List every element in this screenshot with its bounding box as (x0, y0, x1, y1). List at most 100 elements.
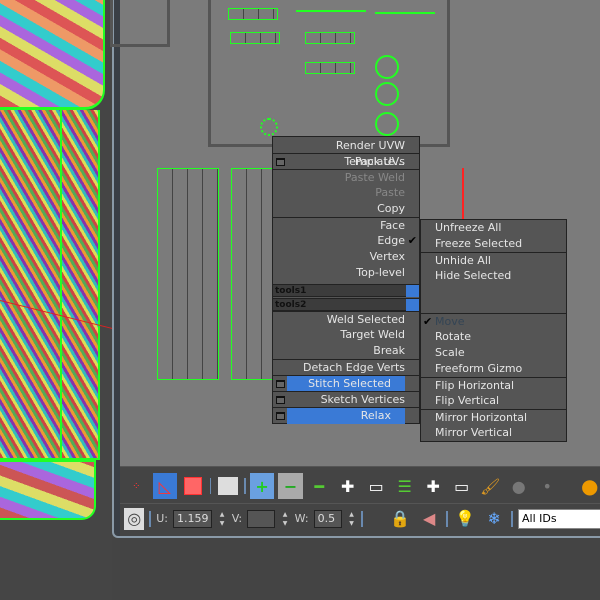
menu-item-unfreeze-all[interactable]: Unfreeze All (421, 220, 566, 236)
quad-selector-tl[interactable] (406, 285, 419, 297)
menu-item-edge[interactable]: Edge ✔ (273, 233, 419, 249)
menu-item-mirror-vertical[interactable]: Mirror Vertical (421, 425, 566, 441)
uv-island (305, 32, 355, 44)
menu-item-weld-selected[interactable]: Weld Selected (273, 311, 419, 327)
uv-island (230, 32, 280, 44)
edge-mode-icon[interactable]: ◺ (152, 473, 178, 499)
menu-label: Pack UVs (354, 155, 405, 168)
quad-selector-bl[interactable] (406, 299, 419, 311)
separator (511, 510, 514, 527)
material-id-dropdown[interactable]: All IDs (518, 508, 600, 529)
menu-item-hide-selected[interactable]: Hide Selected (421, 268, 566, 284)
grow-selection-icon[interactable]: + (249, 473, 275, 499)
w-input[interactable]: 0.5 (313, 509, 342, 528)
menu-item-target-weld[interactable]: Target Weld (273, 327, 419, 343)
menu-item-flip-horizontal[interactable]: Flip Horizontal (421, 377, 566, 393)
shrink-selection-icon[interactable]: − (278, 473, 303, 499)
options-box-icon[interactable] (276, 412, 285, 420)
object-cap (0, 0, 105, 110)
menu-item-sketch-vertices[interactable]: Sketch Vertices (273, 391, 419, 407)
uv-island (375, 12, 435, 14)
menu-item-break[interactable]: Break (273, 343, 419, 359)
v-spinner[interactable]: ▲ ▼ (280, 510, 289, 528)
uv-island (296, 10, 366, 12)
transform-gizmo-icon[interactable]: ◎ (124, 507, 145, 530)
uv-island (228, 8, 278, 20)
uv-toolbar: ⁘ ◺ + − ━ ✚ ▭ ☰ ✚ ▭ 🖌 ● • ● ◎ U: 1.159 ▲… (120, 466, 600, 536)
ring-icon[interactable]: ☰ (392, 473, 417, 499)
w-label: W: (294, 512, 309, 525)
menu-item-top-level[interactable]: Top-level (273, 265, 419, 281)
paint-select-icon[interactable]: 🖌 (478, 473, 503, 499)
quad-title-spacer (421, 284, 566, 313)
soft-select-icon[interactable]: ● (578, 473, 600, 499)
menu-item-copy[interactable]: Copy (273, 201, 419, 217)
3d-viewport[interactable] (0, 0, 127, 600)
menu-item-paste-weld[interactable]: Paste Weld (273, 169, 419, 185)
element-mode-icon[interactable] (215, 473, 240, 499)
menu-item-paste[interactable]: Paste (273, 185, 419, 201)
hide-icon[interactable]: 💡 (453, 506, 477, 532)
menu-item-scale[interactable]: Scale (421, 345, 566, 361)
menu-item-vertex[interactable]: Vertex (273, 249, 419, 265)
menu-item-unhide-all[interactable]: Unhide All (421, 252, 566, 268)
menu-item-rotate[interactable]: Rotate (421, 329, 566, 345)
menu-item-stitch-selected[interactable]: Stitch Selected (273, 375, 419, 392)
menu-item-pack-uvs[interactable]: Pack UVs (273, 153, 419, 169)
quad-title-tools2[interactable]: tools2 (272, 298, 420, 311)
freeze-icon[interactable]: ❄ (482, 506, 506, 532)
separator (209, 478, 212, 494)
menu-item-flip-vertical[interactable]: Flip Vertical (421, 393, 566, 409)
checkmark-icon: ✔ (423, 315, 433, 328)
brush-grow-icon[interactable]: ● (506, 473, 531, 499)
ring-shrink-icon[interactable]: ▭ (449, 473, 474, 499)
separator (149, 510, 152, 527)
separator (446, 510, 449, 527)
object-base (0, 460, 96, 520)
separator (243, 478, 246, 494)
menu-item-freeform-gizmo[interactable]: Freeform Gizmo (421, 361, 566, 377)
menu-item-move[interactable]: ✔ Move (421, 313, 566, 329)
uv-island (157, 168, 219, 380)
ring-grow-icon[interactable]: ✚ (421, 473, 446, 499)
uv-island (375, 55, 399, 79)
uv-seam (60, 110, 62, 460)
menu-label: Relax (360, 409, 391, 422)
loop-icon[interactable]: ━ (307, 473, 332, 499)
options-box-icon[interactable] (276, 158, 285, 166)
loop-grow-icon[interactable]: ✚ (335, 473, 360, 499)
v-label: V: (231, 512, 243, 525)
quad-title-tools1[interactable]: tools1 (272, 284, 420, 297)
uv-island (375, 82, 399, 106)
uv-island (305, 62, 355, 74)
uv-tile (110, 0, 170, 47)
paint-icon[interactable]: ◀ (417, 506, 441, 532)
menu-item-render-uvw-template[interactable]: Render UVW Template... (273, 137, 419, 168)
menu-item-relax[interactable]: Relax (273, 407, 419, 424)
menu-item-face[interactable]: Face (273, 217, 419, 233)
menu-item-detach-edge-verts[interactable]: Detach Edge Verts (273, 359, 419, 375)
options-box-icon[interactable] (276, 396, 285, 404)
checkmark-icon: ✔ (407, 234, 417, 247)
u-label: U: (156, 512, 168, 525)
quad-menu-right: Unfreeze All Freeze Selected Unhide All … (420, 219, 567, 442)
face-mode-icon[interactable] (181, 473, 206, 499)
separator (361, 510, 364, 527)
u-spinner[interactable]: ▲ ▼ (217, 510, 226, 528)
u-input[interactable]: 1.159 (172, 509, 213, 528)
menu-label: Edge (377, 234, 405, 247)
menu-item-freeze-selected[interactable]: Freeze Selected (421, 236, 566, 252)
v-input[interactable] (247, 509, 276, 528)
options-box-icon[interactable] (276, 380, 285, 388)
menu-label: Stitch Selected (308, 377, 391, 390)
vertex-mode-icon[interactable]: ⁘ (124, 473, 149, 499)
checker-cylinder (0, 110, 100, 460)
brush-shrink-icon[interactable]: • (535, 473, 560, 499)
loop-shrink-icon[interactable]: ▭ (364, 473, 389, 499)
quad-menu-left: Render UVW Template... Pack UVs Paste We… (272, 136, 420, 424)
uv-island (260, 118, 278, 136)
menu-item-mirror-horizontal[interactable]: Mirror Horizontal (421, 409, 566, 425)
w-spinner[interactable]: ▲ ▼ (347, 510, 356, 528)
menu-label: Sketch Vertices (320, 393, 405, 406)
lock-icon[interactable]: 🔒 (388, 506, 412, 532)
